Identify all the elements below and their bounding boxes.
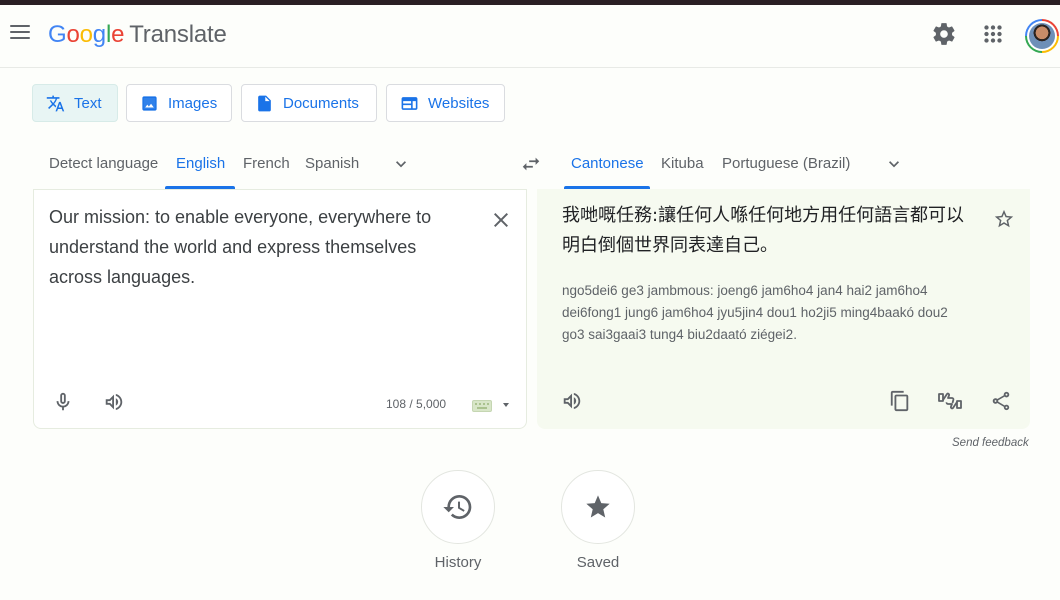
save-translation-star-icon[interactable] <box>993 208 1015 230</box>
website-icon <box>401 96 418 110</box>
tab-documents[interactable]: Documents <box>241 84 377 122</box>
microphone-icon[interactable] <box>52 390 74 414</box>
logo-letter: o <box>79 21 93 48</box>
menu-icon[interactable] <box>6 18 34 46</box>
product-name: Translate <box>129 21 227 48</box>
romanization-text: ngo5dei6 ge3 jambmous: joeng6 jam6ho4 ja… <box>562 283 948 342</box>
copy-translation-icon[interactable] <box>889 389 911 413</box>
source-lang-detect[interactable]: Detect language <box>49 155 158 172</box>
saved-label: Saved <box>576 554 620 571</box>
source-lang-spanish[interactable]: Spanish <box>305 155 359 172</box>
tab-text[interactable]: Text <box>32 84 118 122</box>
share-translation-icon[interactable] <box>990 389 1012 413</box>
send-feedback-link[interactable]: Send feedback <box>952 437 1029 449</box>
apps-grid-icon[interactable] <box>980 21 1006 47</box>
translation-output: 我哋嘅任務:讓任何人喺任何地方用任何語言都可以明白倒個世界同表達自己。 <box>562 205 965 256</box>
tab-images-label: Images <box>168 94 218 112</box>
settings-gear-icon[interactable] <box>931 21 957 47</box>
image-icon <box>142 95 157 111</box>
tab-websites-label: Websites <box>428 94 490 112</box>
translation-panel: 我哋嘅任務:讓任何人喺任何地方用任何語言都可以明白倒個世界同表達自己。 ngo5… <box>537 189 1030 429</box>
target-lang-portuguese-brazil[interactable]: Portuguese (Brazil) <box>722 155 850 172</box>
rate-translation-icon[interactable] <box>937 389 963 413</box>
history-icon <box>443 495 472 519</box>
character-count: 108 / 5,000 <box>386 397 447 411</box>
history-button[interactable] <box>421 470 495 544</box>
clear-text-icon[interactable] <box>489 208 513 232</box>
google-translate-logo[interactable]: Google Translate <box>48 21 227 49</box>
tab-text-label: Text <box>74 94 102 112</box>
logo-letter: g <box>92 21 106 48</box>
listen-speaker-icon[interactable] <box>102 391 126 413</box>
history-label: History <box>434 554 482 571</box>
target-lang-kituba[interactable]: Kituba <box>661 155 704 172</box>
target-lang-cantonese[interactable]: Cantonese <box>571 155 644 172</box>
swap-languages-icon[interactable] <box>519 153 543 175</box>
logo-letter: e <box>111 21 125 48</box>
chevron-down-icon[interactable] <box>391 154 411 174</box>
logo-letter: o <box>66 21 80 48</box>
tab-images[interactable]: Images <box>126 84 232 122</box>
saved-button[interactable] <box>561 470 635 544</box>
account-avatar[interactable] <box>1025 19 1059 53</box>
input-tools-caret-icon[interactable] <box>503 403 509 407</box>
app-header: Google Translate <box>0 5 1060 68</box>
translate-icon <box>46 95 65 111</box>
listen-translation-speaker-icon[interactable] <box>560 390 584 412</box>
tab-websites[interactable]: Websites <box>386 84 505 122</box>
star-icon <box>586 495 610 518</box>
source-lang-english[interactable]: English <box>176 155 225 172</box>
tab-documents-label: Documents <box>283 94 359 112</box>
logo-letter: G <box>48 21 67 48</box>
document-icon <box>258 95 271 111</box>
source-text-input[interactable]: Our mission: to enable everyone, everywh… <box>49 202 459 292</box>
keyboard-icon[interactable] <box>472 400 492 412</box>
source-panel: Our mission: to enable everyone, everywh… <box>33 189 527 429</box>
source-lang-french[interactable]: French <box>243 155 290 172</box>
chevron-down-icon[interactable] <box>884 154 904 174</box>
